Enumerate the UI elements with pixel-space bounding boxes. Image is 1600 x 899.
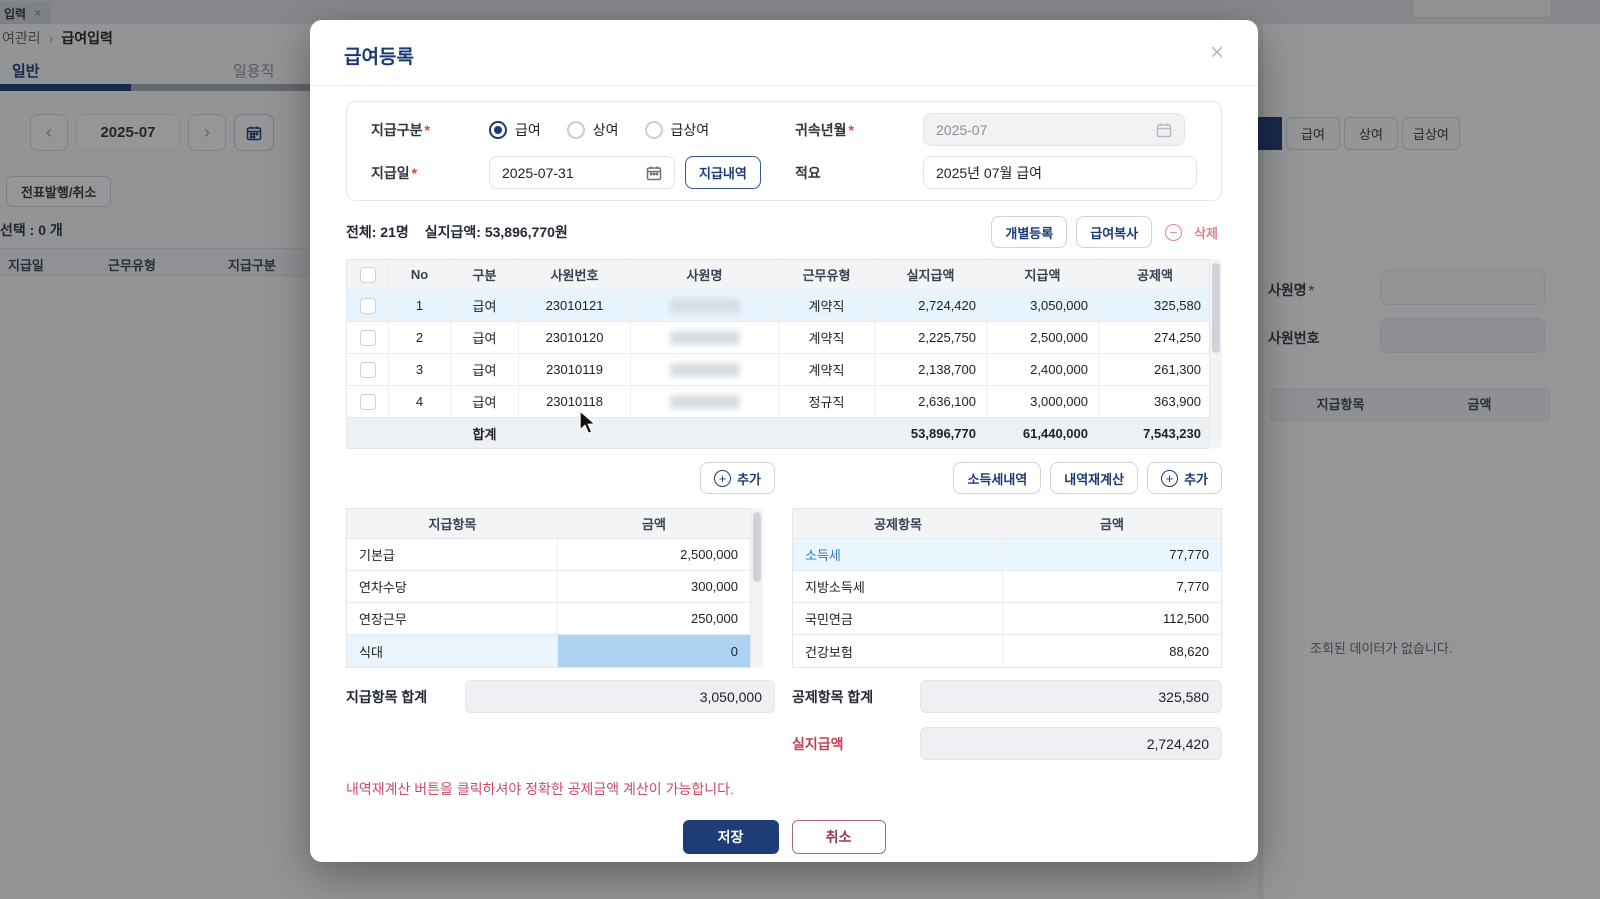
table-row[interactable]: 2 급여 23010120 계약직 2,225,750 2,500,000 27… [347, 322, 1209, 354]
cancel-button[interactable]: 취소 [791, 820, 886, 854]
deduct-items-table: 공제항목 금액 소득세 77,770 지방소득세 7,770 국민연금 112,… [792, 508, 1222, 668]
minus-circle-icon: − [1165, 223, 1183, 241]
row-checkbox[interactable] [359, 329, 376, 346]
mouse-cursor [579, 410, 597, 435]
table-row[interactable]: 1 급여 23010121 계약직 2,724,420 3,050,000 32… [347, 290, 1209, 322]
deduct-item-row-selected[interactable]: 소득세 77,770 [793, 539, 1221, 571]
total-net-pay: 실지급액: 53,896,770원 [424, 224, 568, 240]
deduct-item-row[interactable]: 국민연금 112,500 [793, 603, 1221, 635]
col-type: 구분 [451, 260, 519, 289]
income-tax-detail-button[interactable]: 소득세내역 [953, 462, 1042, 494]
pay-type-radio-group: 급여 상여 급상여 [489, 120, 795, 140]
modal-header: 급여등록 × [310, 20, 1258, 86]
radio-unselected-icon [644, 120, 663, 139]
employee-table-header: No 구분 사원번호 사원명 근무유형 실지급액 지급액 공제액 [347, 260, 1209, 290]
memo-label: 적요 [795, 164, 821, 181]
pay-form: 지급구분 * 급여 상여 급상여 귀속년월 * 2025-07 지급일 * 2025-… [346, 101, 1222, 201]
scrollbar-thumb[interactable] [753, 512, 761, 582]
col-emp-name: 사원명 [631, 260, 779, 289]
col-deduction: 공제액 [1137, 268, 1173, 283]
employee-name-redacted [669, 362, 740, 377]
total-label: 합계 [451, 418, 519, 448]
row-checkbox[interactable] [359, 393, 376, 410]
pay-detail-button[interactable]: 지급내역 [685, 156, 761, 189]
table-row[interactable]: 4 급여 23010118 정규직 2,636,100 3,000,000 36… [347, 386, 1209, 418]
pay-item-row-selected[interactable]: 식대 0 [347, 635, 750, 667]
employee-name-redacted [669, 330, 740, 345]
select-all-checkbox[interactable] [359, 266, 376, 283]
pay-item-row[interactable]: 연차수당 300,000 [347, 571, 750, 603]
recalc-warning-message: 내역재계산 버튼을 클릭하셔야 정확한 공제금액 계산이 가능합니다. [346, 781, 734, 797]
individual-register-button[interactable]: 개별등록 [991, 216, 1068, 248]
radio-bonus-label: 상여 [592, 121, 619, 138]
col-pay-item: 지급항목 [428, 517, 477, 532]
col-pay: 지급액 [987, 260, 1099, 289]
employee-name-redacted [669, 298, 740, 313]
pay-date-value: 2025-07-31 [502, 164, 574, 181]
recalculate-button[interactable]: 내역재계산 [1050, 462, 1139, 494]
pay-date-label: 지급일 * [371, 164, 418, 181]
attribution-month-input[interactable]: 2025-07 [923, 113, 1185, 146]
pay-items-table: 지급항목 금액 기본급 2,500,000 연차수당 300,000 연장근무 … [346, 508, 763, 668]
table-row[interactable]: 3 급여 23010119 계약직 2,138,700 2,400,000 26… [347, 354, 1209, 386]
net-pay-label: 실지급액 [792, 735, 844, 752]
radio-bonus[interactable]: 상여 [566, 120, 619, 140]
attribution-month-value: 2025-07 [936, 121, 988, 138]
col-amount: 금액 [642, 517, 666, 532]
col-no: No [389, 260, 451, 289]
add-deduct-item-button[interactable]: + 추가 [1147, 462, 1222, 494]
radio-salary-label: 급여 [515, 121, 541, 138]
pay-total-label: 지급항목 합계 [346, 688, 428, 705]
col-net-pay: 실지급액 [875, 260, 987, 289]
deduct-item-row[interactable]: 지방소득세 7,770 [793, 571, 1221, 603]
salary-copy-button[interactable]: 급여복사 [1076, 216, 1153, 248]
delete-button[interactable]: − 삭제 [1161, 223, 1222, 242]
attribution-month-label: 귀속년월 * [795, 121, 854, 138]
delete-label: 삭제 [1194, 225, 1218, 241]
calendar-icon [1156, 123, 1172, 137]
table-total-row: 합계 53,896,770 61,440,000 7,543,230 [347, 418, 1209, 448]
pay-total-field: 3,050,000 [465, 680, 775, 713]
col-emp-no: 사원번호 [519, 260, 631, 289]
calendar-icon [646, 166, 662, 180]
radio-salary-bonus[interactable]: 급상여 [644, 120, 710, 140]
col-deduct-item: 공제항목 [874, 517, 922, 532]
salary-registration-modal: 급여등록 × 지급구분 * 급여 상여 급상여 귀속년월 * 2025-07 지급일… [310, 20, 1258, 862]
plus-circle-icon: + [714, 469, 732, 487]
summary-text: 전체: 21명 실지급액: 53,896,770원 [346, 222, 568, 242]
deduct-item-row[interactable]: 건강보험 88,620 [793, 635, 1221, 667]
pay-date-input[interactable]: 2025-07-31 [489, 156, 675, 189]
scrollbar-thumb[interactable] [1212, 263, 1220, 353]
row-checkbox[interactable] [359, 297, 376, 314]
save-button[interactable]: 저장 [682, 820, 779, 854]
radio-salary[interactable]: 급여 [489, 120, 541, 140]
radio-salary-bonus-label: 급상여 [670, 121, 710, 138]
deduct-total-field: 325,580 [920, 680, 1222, 713]
memo-value: 2025년 07월 급여 [936, 164, 1043, 181]
close-icon[interactable]: × [1210, 41, 1224, 65]
pay-item-row[interactable]: 연장근무 250,000 [347, 603, 750, 635]
employee-table: No 구분 사원번호 사원명 근무유형 실지급액 지급액 공제액 1 급여 23… [346, 259, 1222, 449]
pay-item-row[interactable]: 기본급 2,500,000 [347, 539, 750, 571]
net-pay-field: 2,724,420 [920, 727, 1222, 760]
modal-title: 급여등록 [344, 47, 414, 68]
col-work-type: 근무유형 [779, 260, 875, 289]
col-amount: 금액 [1100, 517, 1124, 532]
add-pay-item-button[interactable]: + 추가 [700, 462, 775, 494]
row-checkbox[interactable] [359, 361, 376, 378]
deduct-total-label: 공제항목 합계 [792, 688, 874, 705]
employee-name-redacted [669, 394, 740, 409]
radio-selected-icon [489, 120, 507, 139]
memo-input[interactable]: 2025년 07월 급여 [923, 156, 1197, 189]
pay-items-scrollbar[interactable] [751, 508, 763, 668]
pay-type-label: 지급구분 * [371, 121, 430, 138]
total-count: 전체: 21명 [346, 224, 409, 240]
plus-circle-icon: + [1161, 469, 1179, 487]
radio-unselected-icon [566, 120, 585, 139]
table-scrollbar[interactable] [1210, 259, 1222, 449]
